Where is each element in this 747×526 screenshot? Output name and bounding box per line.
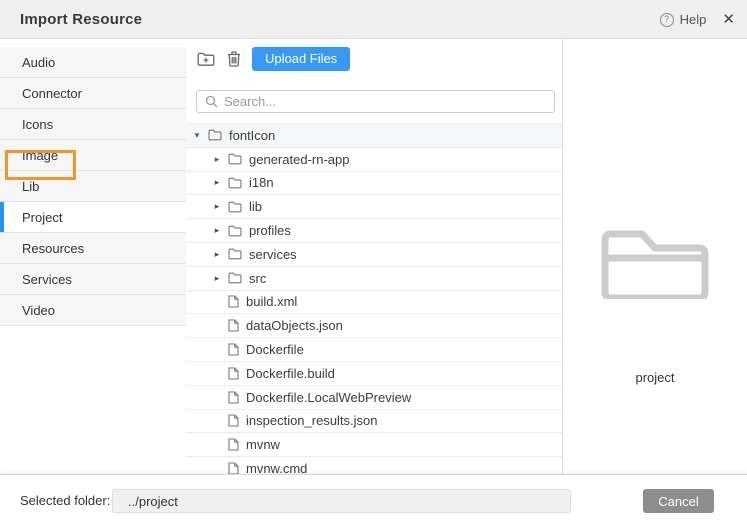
dialog-header: Import Resource ? Help ✕	[0, 0, 747, 39]
category-list: Audio Connector Icons Image Lib Project …	[0, 47, 186, 326]
help-button[interactable]: ? Help	[660, 12, 707, 27]
header-actions: ? Help ✕	[660, 0, 735, 39]
close-icon[interactable]: ✕	[722, 0, 735, 39]
search-input[interactable]	[224, 94, 524, 109]
selected-folder-input[interactable]	[112, 489, 571, 513]
file-tree: ▾ fontIcon ▸ generated-rn-app ▸ i18n	[186, 123, 563, 474]
tree-row-label: profiles	[249, 223, 291, 238]
tree-row-file[interactable]: Dockerfile.build	[186, 362, 563, 386]
file-icon	[228, 319, 239, 332]
file-icon	[228, 438, 239, 451]
tree-row-file[interactable]: inspection_results.json	[186, 410, 563, 434]
file-icon	[228, 295, 239, 308]
tree-row-label: Dockerfile.build	[246, 366, 335, 381]
caret-right-icon[interactable]: ▸	[212, 201, 222, 212]
tree-row-file[interactable]: Dockerfile	[186, 338, 563, 362]
tree-row-folder[interactable]: ▸ i18n	[186, 172, 563, 196]
preview-folder-name: project	[563, 370, 747, 385]
caret-right-icon[interactable]: ▸	[212, 225, 222, 236]
sidebar-item-connector[interactable]: Connector	[0, 78, 186, 109]
upload-files-button[interactable]: Upload Files	[252, 47, 350, 71]
tree-row-label: mvnw.cmd	[246, 461, 307, 474]
search-box[interactable]	[196, 90, 555, 113]
tree-row-folder[interactable]: ▸ lib	[186, 195, 563, 219]
file-icon	[228, 414, 239, 427]
tree-row-label: inspection_results.json	[246, 413, 378, 428]
tree-row-label: mvnw	[246, 437, 280, 452]
sidebar-item-lib[interactable]: Lib	[0, 171, 186, 202]
caret-right-icon[interactable]: ▸	[212, 273, 222, 284]
tree-row-label: i18n	[249, 175, 274, 190]
tree-row-label: build.xml	[246, 294, 297, 309]
sidebar-item-resources[interactable]: Resources	[0, 233, 186, 264]
sidebar-item-project[interactable]: Project	[0, 202, 186, 233]
caret-right-icon[interactable]: ▸	[212, 154, 222, 165]
dialog-footer: Selected folder: Cancel	[0, 474, 747, 526]
new-folder-icon[interactable]	[196, 49, 216, 69]
file-icon	[228, 367, 239, 380]
folder-icon	[228, 177, 242, 189]
tree-row-file[interactable]: Dockerfile.LocalWebPreview	[186, 386, 563, 410]
folder-icon	[228, 153, 242, 165]
tree-row-label: services	[249, 247, 297, 262]
folder-icon	[228, 272, 242, 284]
tree-row-label: fontIcon	[229, 128, 275, 143]
cancel-button[interactable]: Cancel	[643, 489, 714, 513]
file-icon	[228, 391, 239, 404]
folder-icon	[228, 225, 242, 237]
tree-row-label: generated-rn-app	[249, 152, 349, 167]
tree-row-file[interactable]: build.xml	[186, 291, 563, 315]
folder-icon	[228, 248, 242, 260]
search-icon	[205, 95, 218, 108]
tree-row-folder[interactable]: ▸ src	[186, 267, 563, 291]
trash-icon[interactable]	[225, 49, 245, 69]
tree-row-file[interactable]: dataObjects.json	[186, 314, 563, 338]
folder-preview-panel: project	[563, 39, 747, 474]
tree-row-label: dataObjects.json	[246, 318, 343, 333]
folder-preview-icon	[600, 217, 710, 304]
tree-row-label: Dockerfile	[246, 342, 304, 357]
sidebar-item-icons[interactable]: Icons	[0, 109, 186, 140]
sidebar-item-video[interactable]: Video	[0, 295, 186, 326]
sidebar-item-audio[interactable]: Audio	[0, 47, 186, 78]
file-icon	[228, 343, 239, 356]
file-icon	[228, 462, 239, 474]
import-resource-dialog: Import Resource ? Help ✕ Audio Connector…	[0, 0, 747, 526]
dialog-title: Import Resource	[20, 0, 142, 39]
help-icon: ?	[660, 13, 674, 27]
selected-folder-label: Selected folder:	[20, 475, 110, 526]
tree-row-folder[interactable]: ▸ profiles	[186, 219, 563, 243]
tree-row-folder[interactable]: ▸ services	[186, 243, 563, 267]
folder-icon	[208, 129, 222, 141]
file-browser-panel: Upload Files ▾ fontIcon ▸	[186, 39, 563, 474]
tree-row-label: src	[249, 271, 266, 286]
browser-toolbar: Upload Files	[186, 39, 563, 79]
caret-down-icon[interactable]: ▾	[192, 130, 202, 141]
tree-row-folder[interactable]: ▸ generated-rn-app	[186, 148, 563, 172]
tree-row-label: Dockerfile.LocalWebPreview	[246, 390, 411, 405]
tree-row-root-folder[interactable]: ▾ fontIcon	[186, 124, 563, 148]
folder-icon	[228, 201, 242, 213]
sidebar-item-image[interactable]: Image	[0, 140, 186, 171]
category-sidebar: Audio Connector Icons Image Lib Project …	[0, 39, 186, 474]
tree-row-label: lib	[249, 199, 262, 214]
caret-right-icon[interactable]: ▸	[212, 249, 222, 260]
tree-row-file[interactable]: mvnw	[186, 433, 563, 457]
caret-right-icon[interactable]: ▸	[212, 177, 222, 188]
tree-row-file[interactable]: mvnw.cmd	[186, 457, 563, 474]
sidebar-item-services[interactable]: Services	[0, 264, 186, 295]
help-label: Help	[680, 12, 707, 27]
